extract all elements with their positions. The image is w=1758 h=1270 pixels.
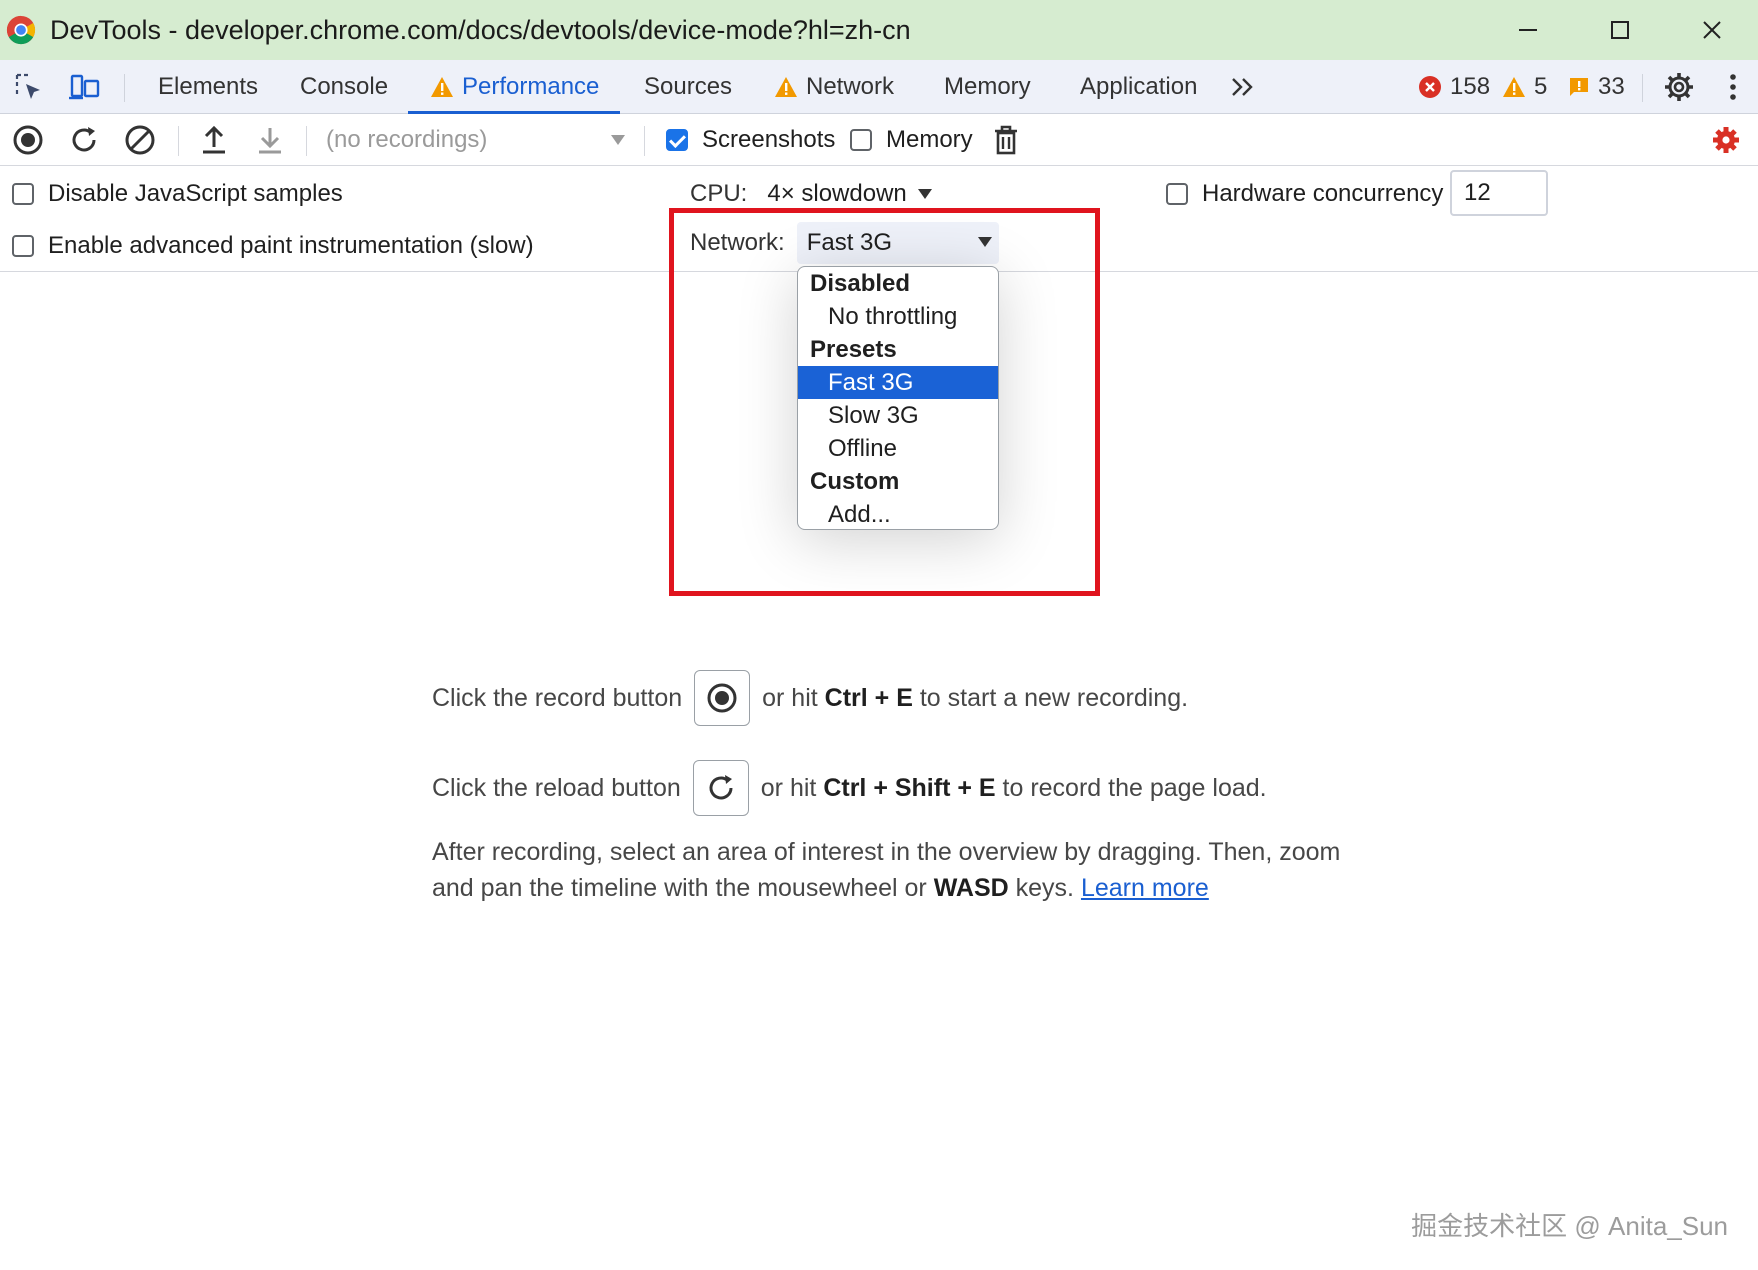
trash-icon [995, 125, 1017, 155]
upload-icon [203, 125, 225, 154]
issues-counter[interactable]: 33 [1568, 60, 1625, 114]
dropdown-option-offline[interactable]: Offline [798, 432, 998, 465]
tab-sources[interactable]: Sources [644, 60, 732, 114]
toolbar-divider [644, 126, 645, 156]
learn-more-link[interactable]: Learn more [1081, 874, 1209, 902]
red-gear-icon [1713, 127, 1739, 153]
error-counter[interactable]: 158 [1418, 60, 1490, 114]
record-icon [707, 683, 737, 713]
warning-icon [1503, 77, 1525, 97]
chevron-double-right-icon [1232, 78, 1253, 96]
load-profile-button[interactable] [196, 122, 232, 158]
hardware-concurrency-checkbox[interactable]: Hardware concurrency [1166, 180, 1443, 208]
issue-flag-icon [1570, 78, 1588, 96]
more-tabs-button[interactable] [1226, 70, 1260, 104]
maximize-icon [1611, 21, 1629, 39]
clear-icon [125, 125, 155, 155]
capture-settings-button[interactable] [1708, 122, 1744, 158]
advanced-paint-checkbox[interactable]: Enable advanced paint instrumentation (s… [12, 232, 534, 260]
garbage-collect-button[interactable] [988, 122, 1024, 158]
download-icon [259, 128, 281, 154]
dropdown-group-custom: Custom [810, 467, 900, 495]
close-icon [1703, 21, 1721, 39]
tab-network[interactable]: Network [774, 60, 894, 114]
devtools-tab-bar: Elements Console Performance Sources Net… [0, 60, 1758, 114]
cpu-throttling-select[interactable]: 4× slowdown [767, 180, 906, 208]
gear-icon [1665, 73, 1693, 101]
dropdown-option-fast-3g[interactable]: Fast 3G [798, 366, 998, 399]
chrome-logo-icon [6, 15, 36, 45]
memory-checkbox[interactable]: Memory [850, 126, 973, 154]
window-title: DevTools - developer.chrome.com/docs/dev… [50, 14, 911, 45]
tab-memory[interactable]: Memory [944, 60, 1031, 114]
toolbar-divider [124, 74, 125, 102]
toolbar-divider [1642, 74, 1643, 102]
tab-elements[interactable]: Elements [158, 60, 258, 114]
checkbox-unchecked[interactable] [12, 235, 34, 257]
checkbox-unchecked[interactable] [1166, 183, 1188, 205]
record-instruction: Click the record button or hit Ctrl + E … [432, 670, 1188, 726]
hardware-concurrency-input[interactable]: 12 [1450, 170, 1548, 216]
record-button[interactable] [10, 122, 46, 158]
maximize-button[interactable] [1574, 0, 1666, 60]
close-window-button[interactable] [1666, 0, 1758, 60]
warning-counter[interactable]: 5 [1502, 60, 1547, 114]
save-profile-button[interactable] [252, 122, 288, 158]
dropdown-option-add[interactable]: Add... [798, 498, 998, 529]
warning-icon [775, 77, 797, 97]
landing-record-button[interactable] [694, 670, 751, 726]
landing-reload-button[interactable] [692, 760, 749, 816]
checkbox-unchecked[interactable] [12, 183, 34, 205]
warning-icon [431, 77, 453, 97]
inspect-icon [15, 73, 40, 99]
network-throttling-dropdown: Disabled No throttling Presets Fast 3G S… [797, 266, 999, 530]
clear-button[interactable] [122, 122, 158, 158]
minimize-icon [1519, 29, 1537, 31]
minimize-button[interactable] [1482, 0, 1574, 60]
error-icon [1419, 76, 1441, 98]
device-toggle-icon [69, 74, 100, 100]
watermark: 掘金技术社区 @ Anita_Sun [1411, 1211, 1728, 1241]
record-icon [13, 125, 43, 155]
caret-down-icon [611, 135, 625, 145]
checkbox-checked[interactable] [666, 129, 688, 151]
reload-instruction: Click the reload button or hit Ctrl + Sh… [432, 760, 1267, 816]
cpu-throttling: CPU: 4× slowdown [690, 180, 933, 208]
dropdown-group-disabled: Disabled [810, 269, 911, 297]
screenshots-checkbox[interactable]: Screenshots [666, 126, 835, 154]
reload-icon [72, 127, 96, 152]
disable-js-samples-checkbox[interactable]: Disable JavaScript samples [12, 180, 343, 208]
toolbar-divider [306, 126, 307, 156]
reload-record-button[interactable] [66, 122, 102, 158]
dropdown-group-presets: Presets [810, 335, 897, 363]
title-bar: DevTools - developer.chrome.com/docs/dev… [0, 0, 1758, 60]
reload-icon [709, 775, 733, 800]
settings-button[interactable] [1662, 70, 1696, 104]
performance-toolbar: (no recordings) Screenshots Memory [0, 114, 1758, 166]
toolbar-divider [178, 126, 179, 156]
inspect-element-button[interactable] [12, 70, 46, 104]
tab-application[interactable]: Application [1080, 60, 1197, 114]
caret-down-icon [917, 189, 932, 199]
tab-performance[interactable]: Performance [430, 60, 599, 114]
dropdown-option-slow-3g[interactable]: Slow 3G [798, 399, 998, 432]
checkbox-unchecked[interactable] [850, 129, 872, 151]
kebab-menu-icon [1730, 74, 1736, 100]
dropdown-option-no-throttling[interactable]: No throttling [798, 300, 998, 333]
cpu-label: CPU: [690, 180, 748, 207]
after-recording-instructions: After recording, select an area of inter… [432, 838, 1341, 902]
recordings-select[interactable]: (no recordings) [326, 122, 626, 158]
more-options-button[interactable] [1716, 70, 1750, 104]
device-toolbar-button[interactable] [68, 70, 102, 104]
tab-console[interactable]: Console [300, 60, 388, 114]
